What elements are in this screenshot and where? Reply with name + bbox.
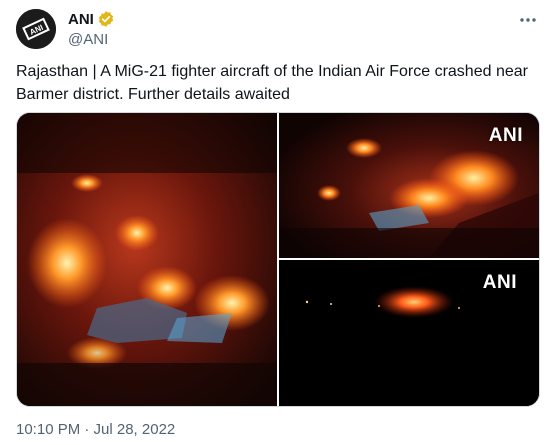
avatar[interactable]: ANI — [16, 9, 56, 49]
author-handle[interactable]: @ANI — [68, 31, 115, 48]
more-options-button[interactable] — [516, 8, 540, 32]
media-image-3[interactable]: ANI — [279, 260, 539, 406]
verified-badge-icon — [97, 10, 115, 28]
author-name[interactable]: ANI — [68, 11, 94, 28]
author-block: ANI @ANI — [68, 9, 115, 48]
tweet-timestamp[interactable]: 10:10 PM · Jul 28, 2022 — [16, 421, 175, 438]
ani-watermark: ANI — [482, 272, 517, 293]
ani-watermark: ANI — [488, 125, 523, 146]
media-grid: ANI ANI — [16, 112, 540, 407]
tweet-card: ANI ANI @ANI Rajasthan | A MiG-21 fighte… — [0, 0, 554, 445]
fire-photo-icon — [17, 113, 277, 406]
more-dots-icon — [520, 18, 536, 22]
ani-logo-icon: ANI — [16, 9, 56, 49]
media-image-1[interactable] — [17, 113, 277, 406]
media-image-2[interactable]: ANI — [279, 113, 539, 258]
tweet-text: Rajasthan | A MiG-21 fighter aircraft of… — [16, 63, 528, 103]
